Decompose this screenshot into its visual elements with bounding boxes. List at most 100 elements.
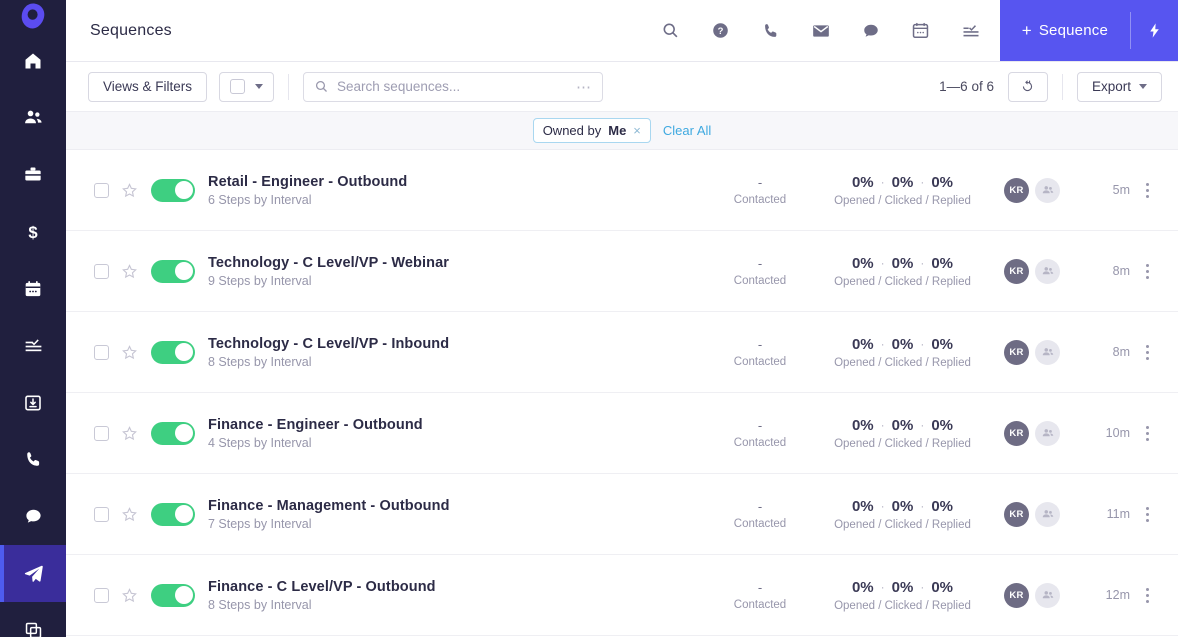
sidebar-item-conversations[interactable] [0, 488, 66, 545]
table-row[interactable]: Finance - C Level/VP - Outbound 8 Steps … [66, 555, 1178, 636]
rates-cell: 0% · 0% · 0% Opened / Clicked / Replied [815, 255, 990, 288]
sidebar-item-opportunities[interactable]: $ [0, 203, 66, 260]
sidebar-item-imports[interactable] [0, 374, 66, 431]
avatar[interactable]: KR [1004, 177, 1029, 203]
row-enabled-toggle[interactable] [144, 259, 202, 283]
row-checkbox[interactable] [88, 587, 114, 603]
close-icon[interactable]: × [633, 123, 641, 138]
table-row[interactable]: Finance - Engineer - Outbound 4 Steps by… [66, 393, 1178, 474]
sidebar-item-tasks[interactable] [0, 317, 66, 374]
row-star-button[interactable] [114, 182, 144, 199]
row-overflow-menu[interactable] [1130, 263, 1164, 279]
bulk-select-checkbox[interactable] [230, 79, 246, 94]
sequence-steps: 9 Steps by Interval [208, 273, 312, 288]
shared-with-button[interactable] [1035, 339, 1060, 365]
quick-actions-button[interactable] [1130, 0, 1178, 61]
sidebar-item-templates[interactable] [0, 602, 66, 637]
avatar[interactable]: KR [1004, 582, 1029, 608]
shared-with-button[interactable] [1035, 420, 1060, 446]
row-star-button[interactable] [114, 506, 144, 523]
rates-values: 0% · 0% · 0% [815, 579, 990, 596]
rates-label: Opened / Clicked / Replied [834, 437, 971, 450]
sidebar-item-accounts[interactable] [0, 146, 66, 203]
row-checkbox[interactable] [88, 263, 114, 279]
row-checkbox[interactable] [88, 506, 114, 522]
tasks-button[interactable] [946, 0, 996, 62]
toolbar-divider-right [1061, 73, 1063, 100]
updated-time: 12m [1105, 588, 1130, 602]
search-overflow-icon[interactable]: ⋯ [576, 78, 592, 96]
filter-chip-prefix: Owned by [542, 123, 602, 138]
sequence-title: Technology - C Level/VP - Inbound [208, 335, 450, 352]
star-icon [121, 587, 137, 602]
views-filters-button[interactable]: Views & Filters [88, 71, 208, 102]
row-overflow-menu[interactable] [1130, 506, 1164, 522]
row-overflow-menu[interactable] [1130, 425, 1164, 441]
row-star-button[interactable] [114, 587, 144, 604]
dialer-button[interactable] [746, 0, 796, 62]
chat-button[interactable] [846, 0, 896, 62]
row-checkbox[interactable] [88, 182, 114, 198]
filter-chip-owned-by[interactable]: Owned by Me × [532, 118, 651, 143]
row-overflow-menu[interactable] [1130, 182, 1164, 198]
table-row[interactable]: Finance - Management - Outbound 7 Steps … [66, 474, 1178, 555]
updated-time: 5m [1112, 183, 1130, 197]
row-enabled-toggle[interactable] [144, 421, 202, 445]
export-button[interactable]: Export [1076, 71, 1162, 102]
replied-rate: 0% [931, 578, 954, 596]
templates-icon [25, 622, 41, 637]
table-row[interactable]: Retail - Engineer - Outbound 6 Steps by … [66, 150, 1178, 231]
row-name-cell: Technology - C Level/VP - Inbound 8 Step… [202, 336, 705, 369]
row-star-button[interactable] [114, 425, 144, 442]
table-row[interactable]: Technology - C Level/VP - Webinar 9 Step… [66, 231, 1178, 312]
row-star-button[interactable] [114, 344, 144, 361]
refresh-button[interactable] [1007, 71, 1048, 102]
sidebar-item-calls[interactable] [0, 431, 66, 488]
shared-with-button[interactable] [1035, 177, 1060, 203]
table-row[interactable]: Technology - C Level/VP - Inbound 8 Step… [66, 312, 1178, 393]
refresh-icon [1023, 80, 1033, 92]
row-enabled-toggle[interactable] [144, 502, 202, 526]
clear-all-filters-link[interactable]: Clear All [663, 123, 711, 138]
global-search-button[interactable] [646, 0, 696, 62]
row-checkbox[interactable] [88, 344, 114, 360]
contacted-label: Contacted [733, 436, 787, 449]
contacted-label: Contacted [733, 598, 787, 611]
sidebar-item-home[interactable] [0, 32, 66, 89]
shared-with-button[interactable] [1035, 582, 1060, 608]
row-star-button[interactable] [114, 263, 144, 280]
new-sequence-button[interactable]: + Sequence [999, 0, 1130, 61]
bulk-select-dropdown[interactable] [219, 71, 275, 102]
calendar-button[interactable] [896, 0, 946, 62]
rate-separator: · [920, 337, 925, 351]
row-overflow-menu[interactable] [1130, 344, 1164, 360]
row-checkbox[interactable] [88, 425, 114, 441]
rates-values: 0% · 0% · 0% [815, 336, 990, 353]
sidebar-item-sequences[interactable] [0, 545, 66, 602]
search-input[interactable] [337, 79, 569, 94]
kebab-icon [1145, 425, 1149, 441]
shared-with-button[interactable] [1035, 258, 1060, 284]
avatar[interactable]: KR [1004, 339, 1029, 365]
row-enabled-toggle[interactable] [144, 178, 202, 202]
row-overflow-menu[interactable] [1130, 587, 1164, 603]
search-box[interactable]: ⋯ [303, 71, 604, 102]
shared-with-button[interactable] [1035, 501, 1060, 527]
updated-time: 10m [1105, 426, 1130, 440]
star-icon [121, 263, 137, 278]
sidebar-item-meetings[interactable] [0, 260, 66, 317]
row-avatars: KR [990, 339, 1074, 365]
new-sequence-label: Sequence [1038, 22, 1108, 39]
briefcase-icon [24, 167, 42, 180]
clicked-rate: 0% [891, 335, 914, 353]
help-button[interactable]: ? [696, 0, 746, 62]
row-avatars: KR [990, 258, 1074, 284]
email-button[interactable] [796, 0, 846, 62]
sidebar-item-prospects[interactable] [0, 89, 66, 146]
row-enabled-toggle[interactable] [144, 340, 202, 364]
row-enabled-toggle[interactable] [144, 583, 202, 607]
avatar[interactable]: KR [1004, 501, 1029, 527]
avatar[interactable]: KR [1004, 258, 1029, 284]
app-logo[interactable] [0, 0, 66, 32]
avatar[interactable]: KR [1004, 420, 1029, 446]
